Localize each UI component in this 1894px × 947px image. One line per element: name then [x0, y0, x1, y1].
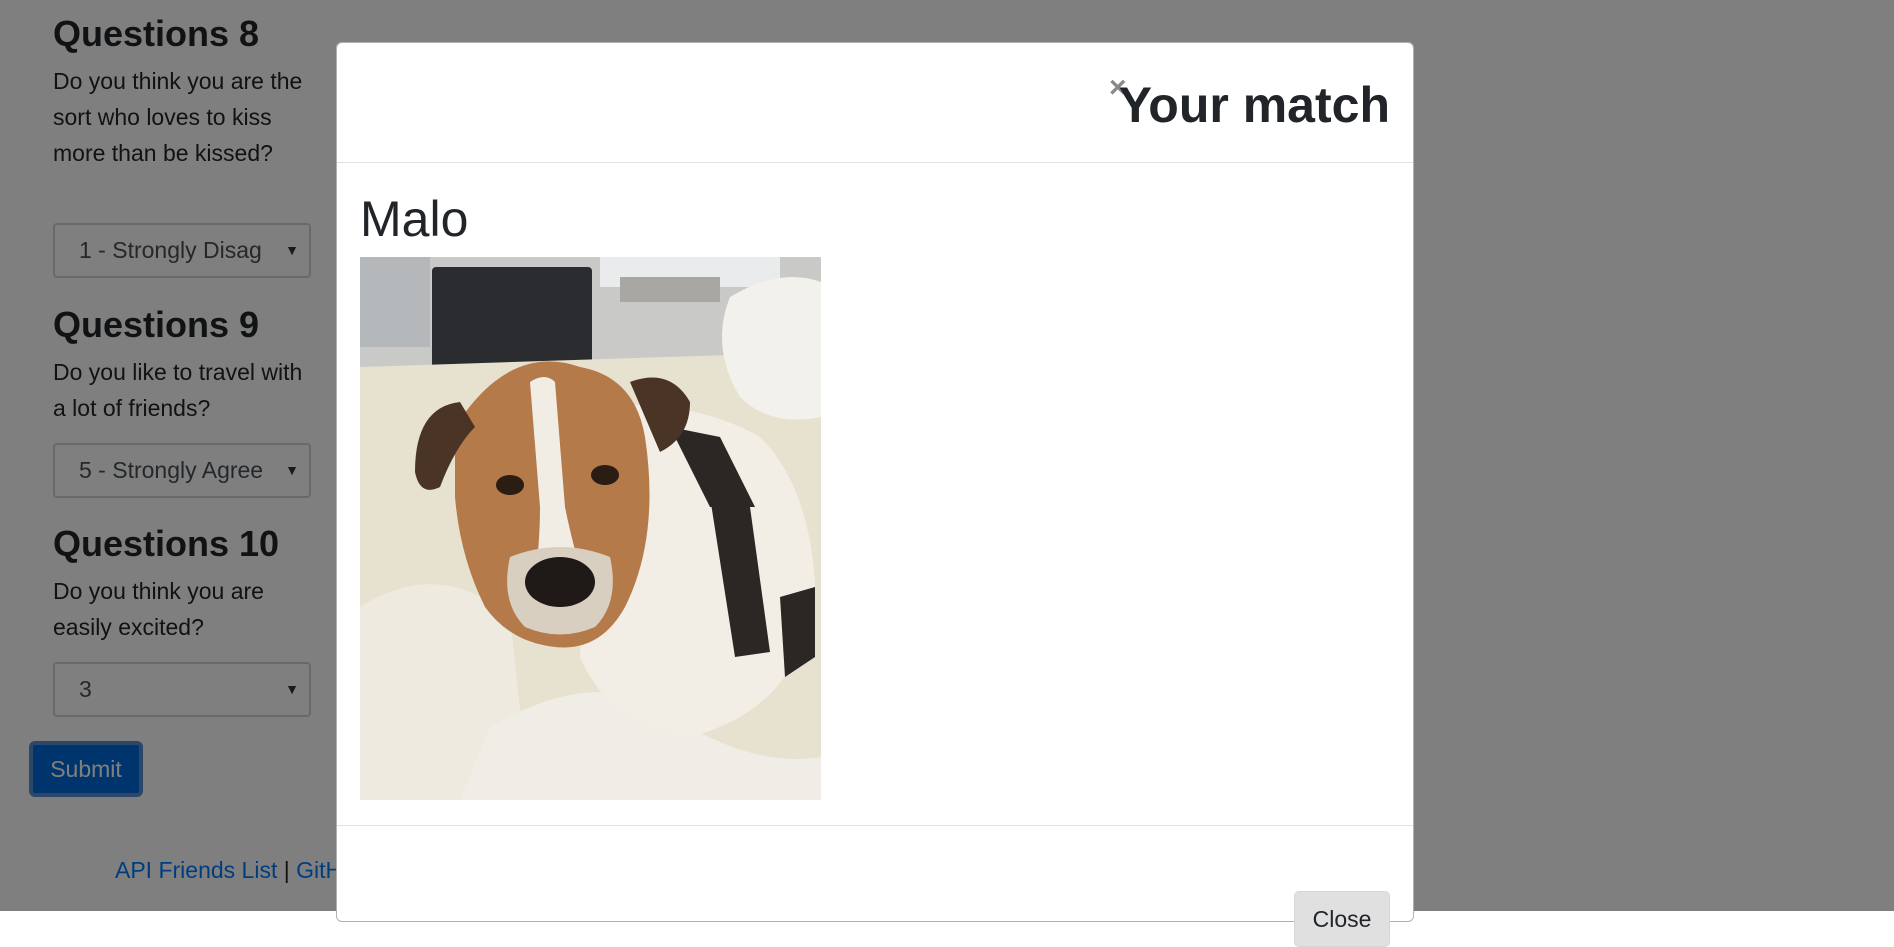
match-photo [360, 257, 821, 800]
match-name: Malo [360, 191, 469, 247]
modal-footer: Close [337, 825, 1413, 947]
match-modal: × Your match Malo Close [336, 42, 1414, 947]
close-button[interactable]: Close [1294, 891, 1390, 947]
modal-title: Your match [1118, 77, 1390, 133]
modal-header: × Your match [337, 43, 1413, 163]
